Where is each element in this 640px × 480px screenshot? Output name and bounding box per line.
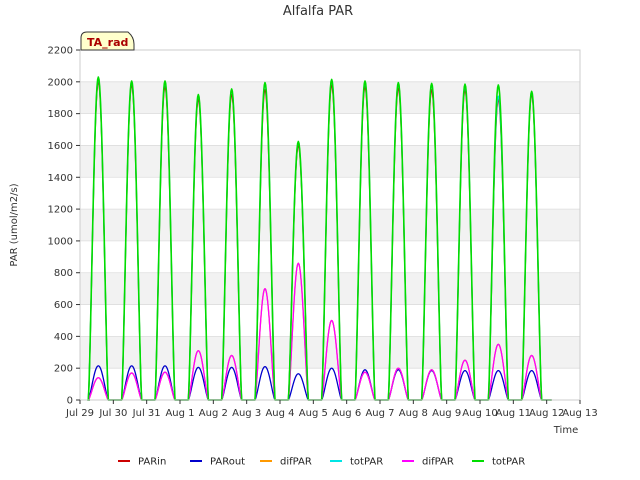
x-axis: Jul 29 Jul 30 Jul 31 Aug 1 Aug 2 Aug 3 Aug 4 Au… bbox=[65, 400, 598, 419]
x-tick-label: Aug 8 bbox=[399, 408, 428, 419]
x-tick-label: Aug 6 bbox=[332, 408, 361, 419]
x-tick-label: Jul 31 bbox=[132, 408, 161, 419]
x-tick-label: Aug 7 bbox=[365, 408, 394, 419]
x-tick-label: Aug 10 bbox=[462, 408, 497, 419]
legend-label: totPAR bbox=[492, 457, 525, 468]
x-tick-label: Jul 29 bbox=[65, 408, 94, 419]
y-tick-label: 2200 bbox=[48, 46, 73, 57]
y-axis-title: PAR (umol/m2/s) bbox=[9, 183, 20, 266]
y-tick-label: 0 bbox=[67, 396, 73, 407]
grid-band bbox=[80, 209, 580, 241]
grid-band bbox=[80, 336, 580, 369]
y-tick-label: 1000 bbox=[48, 236, 73, 247]
x-axis-title: Time bbox=[553, 425, 578, 436]
grid-band bbox=[80, 145, 580, 178]
legend-label: PARin bbox=[138, 457, 166, 468]
legend-label: PARout bbox=[210, 457, 245, 468]
legend: PARin PARout difPAR totPAR difPAR totPAR bbox=[118, 457, 525, 468]
y-tick-label: 1800 bbox=[48, 109, 73, 120]
y-tick-label: 200 bbox=[54, 364, 73, 375]
chart: 0 200 400 600 800 1000 1200 1400 1600 1800 2000 220… bbox=[9, 4, 598, 468]
x-tick-label: Aug 11 bbox=[496, 408, 531, 419]
x-tick-label: Aug 12 bbox=[529, 408, 564, 419]
y-tick-label: 400 bbox=[54, 332, 73, 343]
x-tick-label: Aug 4 bbox=[265, 408, 294, 419]
legend-label: difPAR bbox=[422, 457, 454, 468]
y-tick-label: 1600 bbox=[48, 141, 73, 152]
tag-box: TA_rad bbox=[80, 31, 135, 51]
legend-label: difPAR bbox=[280, 457, 312, 468]
x-tick-label: Aug 13 bbox=[562, 408, 597, 419]
y-tick-label: 800 bbox=[54, 268, 73, 279]
x-tick-label: Aug 1 bbox=[165, 408, 194, 419]
x-tick-label: Aug 9 bbox=[432, 408, 461, 419]
x-tick-label: Jul 30 bbox=[98, 408, 127, 419]
y-tick-label: 2000 bbox=[48, 77, 73, 88]
y-tick-label: 1200 bbox=[48, 205, 73, 216]
y-tick-label: 1400 bbox=[48, 173, 73, 184]
legend-label: totPAR bbox=[350, 457, 383, 468]
x-tick-label: Aug 5 bbox=[299, 408, 328, 419]
x-tick-label: Aug 3 bbox=[232, 408, 261, 419]
y-axis: 0 200 400 600 800 1000 1200 1400 1600 1800 2000 220… bbox=[48, 46, 80, 407]
x-tick-label: Aug 2 bbox=[199, 408, 228, 419]
chart-title: Alfalfa PAR bbox=[283, 4, 353, 19]
y-tick-label: 600 bbox=[54, 300, 73, 311]
tag-label: TA_rad bbox=[87, 36, 128, 49]
